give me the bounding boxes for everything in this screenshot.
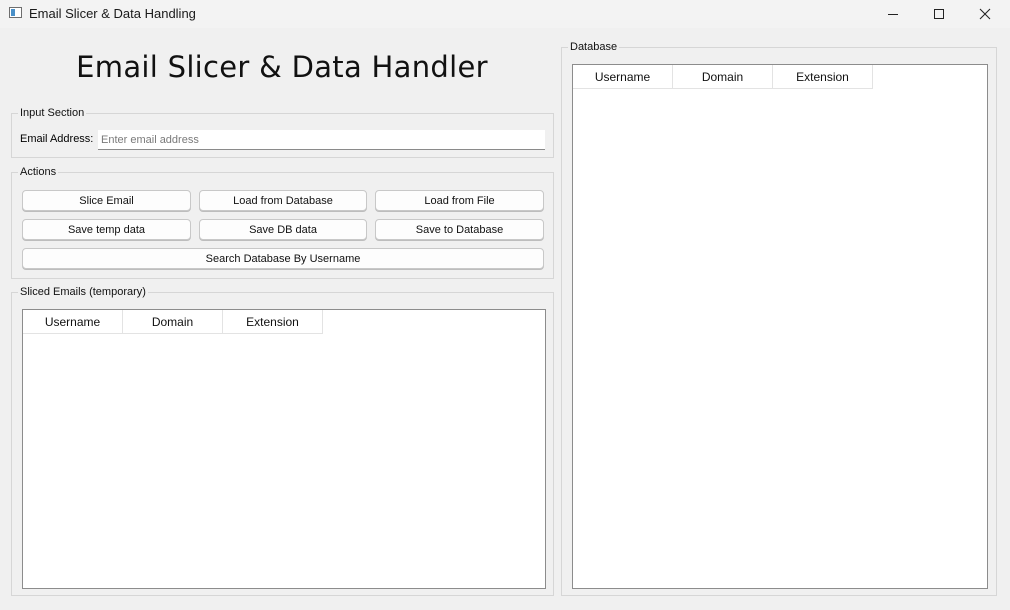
email-address-input[interactable] xyxy=(98,130,545,150)
app-window-icon xyxy=(9,7,22,18)
page-title: Email Slicer & Data Handler xyxy=(76,50,488,84)
database-title: Database xyxy=(568,40,620,54)
minimize-icon xyxy=(888,14,898,15)
maximize-icon xyxy=(934,9,944,19)
column-header-domain[interactable]: Domain xyxy=(673,65,773,89)
close-icon xyxy=(979,8,991,20)
search-database-by-username-button[interactable]: Search Database By Username xyxy=(22,248,544,269)
column-header-username[interactable]: Username xyxy=(573,65,673,89)
column-header-extension[interactable]: Extension xyxy=(223,310,323,334)
sliced-emails-table[interactable]: Username Domain Extension xyxy=(22,309,546,589)
actions-title: Actions xyxy=(18,165,59,179)
load-from-database-button[interactable]: Load from Database xyxy=(199,190,367,211)
database-table[interactable]: Username Domain Extension xyxy=(572,64,988,589)
sliced-emails-table-header: Username Domain Extension xyxy=(23,310,323,334)
column-header-domain[interactable]: Domain xyxy=(123,310,223,334)
save-temp-data-button[interactable]: Save temp data xyxy=(22,219,191,240)
title-bar[interactable]: Email Slicer & Data Handling xyxy=(0,0,1010,28)
column-header-username[interactable]: Username xyxy=(23,310,123,334)
database-table-header: Username Domain Extension xyxy=(573,65,873,89)
slice-email-button[interactable]: Slice Email xyxy=(22,190,191,211)
close-button[interactable] xyxy=(962,0,1008,28)
minimize-button[interactable] xyxy=(870,0,916,28)
window-title: Email Slicer & Data Handling xyxy=(29,6,196,21)
column-header-extension[interactable]: Extension xyxy=(773,65,873,89)
email-address-label: Email Address: xyxy=(20,133,94,145)
actions-group: Actions Slice Email Load from Database L… xyxy=(11,165,554,279)
input-section-group: Input Section Email Address: xyxy=(11,106,554,158)
input-section-title: Input Section xyxy=(18,106,87,120)
maximize-button[interactable] xyxy=(916,0,962,28)
load-from-file-button[interactable]: Load from File xyxy=(375,190,544,211)
database-group: Database Username Domain Extension xyxy=(561,40,997,596)
sliced-emails-group: Sliced Emails (temporary) Username Domai… xyxy=(11,285,554,596)
sliced-emails-title: Sliced Emails (temporary) xyxy=(18,285,148,299)
save-to-database-button[interactable]: Save to Database xyxy=(375,219,544,240)
save-db-data-button[interactable]: Save DB data xyxy=(199,219,367,240)
